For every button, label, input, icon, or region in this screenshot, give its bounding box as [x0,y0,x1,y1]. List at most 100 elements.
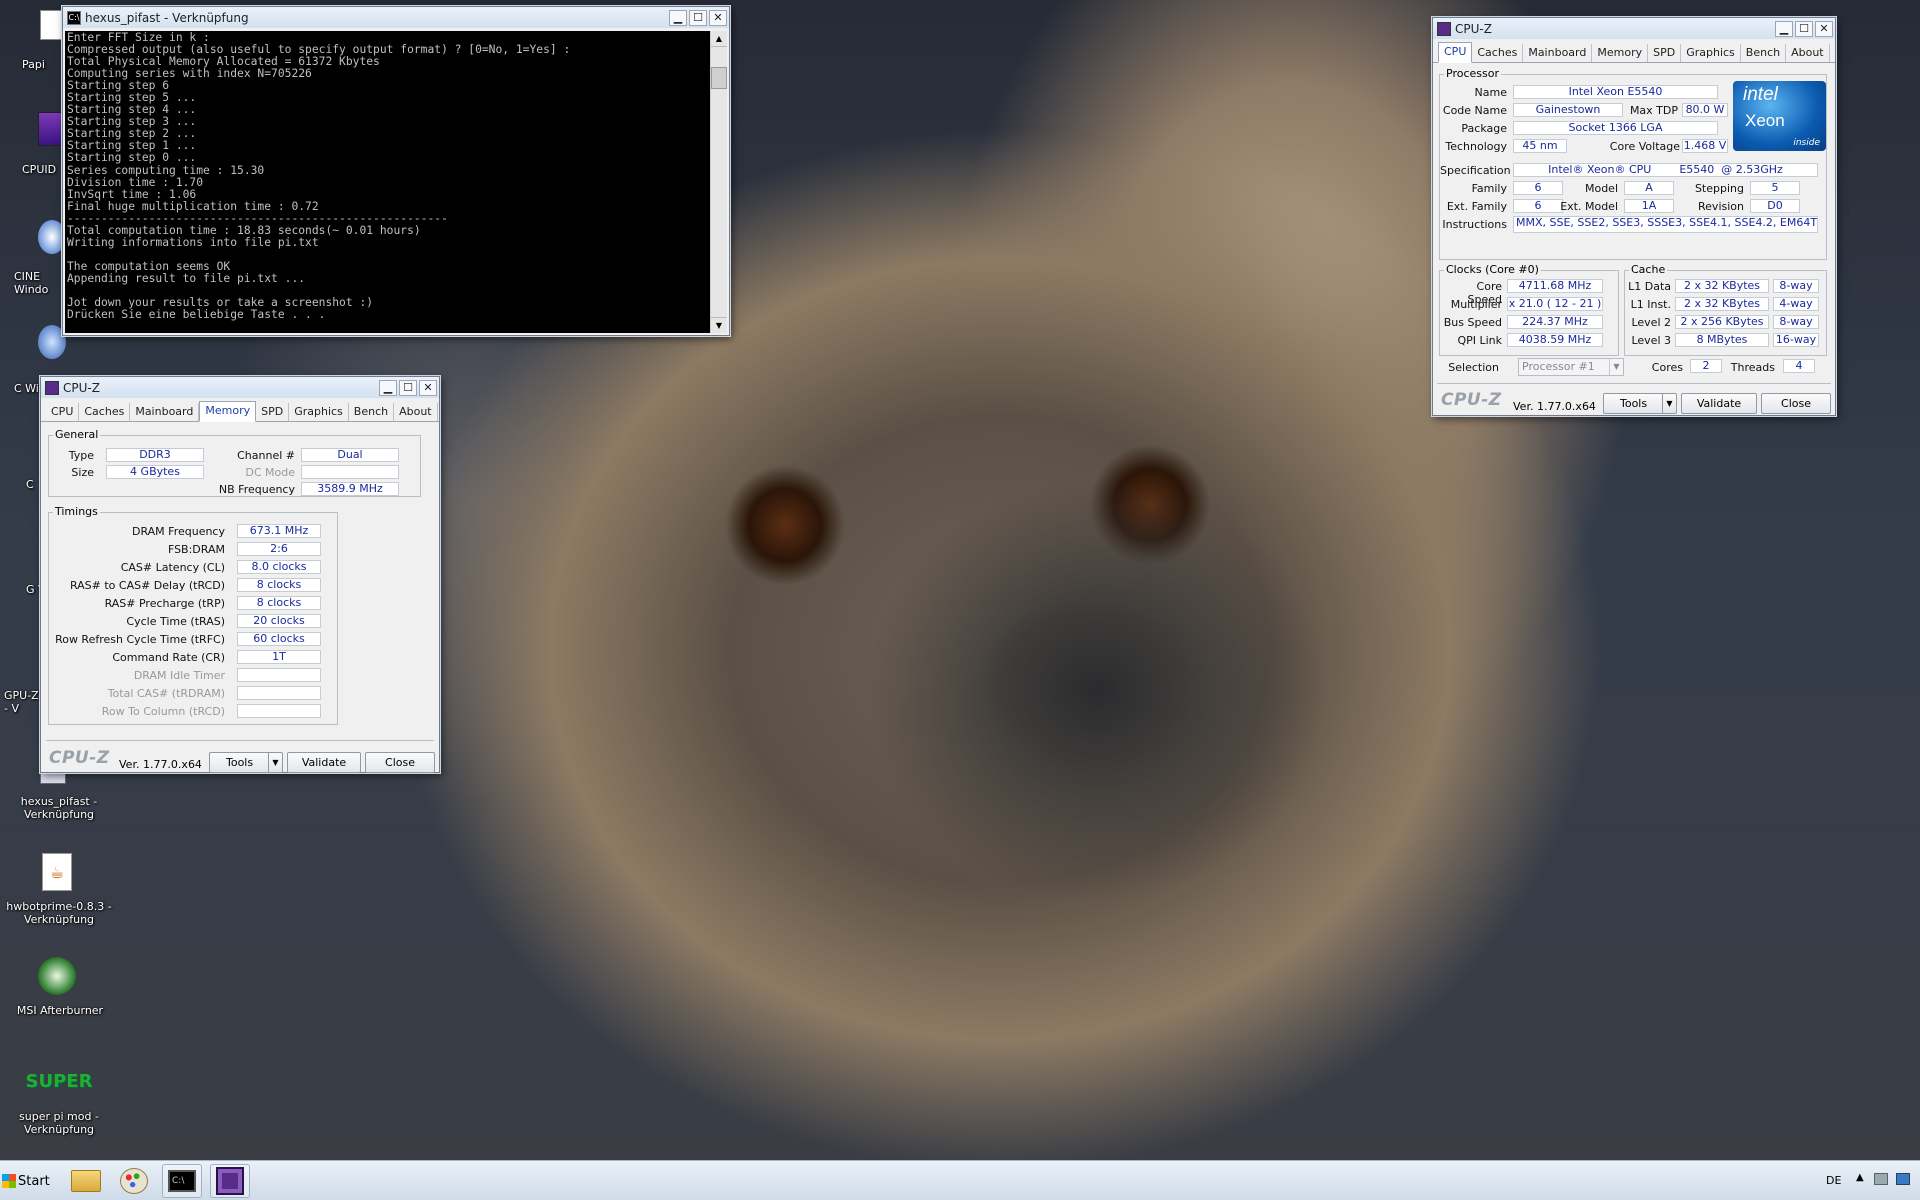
close-button[interactable]: ✕ [419,379,437,396]
console-titlebar[interactable]: C:\ hexus_pifast - Verknüpfung ▁ ☐ ✕ [63,7,729,28]
maximize-button[interactable]: ☐ [399,379,417,396]
console-icon: C:\ [67,10,81,25]
console-output[interactable]: Enter FFT Size in k : Compressed output (… [65,31,710,333]
show-hidden-icons-icon[interactable]: ▲ [1856,1172,1864,1183]
tab-spd[interactable]: SPD [256,403,290,421]
tab-spd[interactable]: SPD [1648,44,1682,62]
package-label: Package [1461,122,1507,135]
l1inst-value: 2 x 32 KBytes [1675,297,1769,311]
cpuz-memory-window[interactable]: CPU-Z ▁ ☐ ✕ CPU Caches Mainboard Memory … [40,376,440,773]
extfamily-label: Ext. Family [1446,200,1507,213]
scroll-up-icon[interactable]: ▲ [711,31,727,47]
dropdown-arrow-icon[interactable]: ▼ [1662,394,1676,413]
multiplier-label: Multiplier [1450,298,1502,311]
scrollbar-thumb[interactable] [711,67,727,89]
busspeed-label: Bus Speed [1443,316,1502,329]
timing-value: 8 clocks [237,596,321,610]
console-line: Division time : 1.70 [67,175,204,189]
timing-value: 8 clocks [237,578,321,592]
timing-value: 8.0 clocks [237,560,321,574]
scroll-down-icon[interactable]: ▼ [711,317,727,333]
close-button[interactable]: ✕ [709,9,727,26]
taskbar-cpuz[interactable] [210,1164,250,1198]
chevron-down-icon[interactable]: ▼ [1609,359,1623,375]
processor-select[interactable]: Processor #1 ▼ [1518,358,1624,376]
maximize-button[interactable]: ☐ [1795,20,1813,37]
timings-group: Timings DRAM Frequency 673.1 MHz FSB:DRAM 2… [48,505,338,725]
tab-bar: CPU Caches Mainboard Memory SPD Graphics… [41,398,439,422]
cpuz-cpu-window[interactable]: CPU-Z ▁ ☐ ✕ CPU Caches Mainboard Memory … [1432,17,1836,416]
cache-group: Cache L1 Data 2 x 32 KBytes 8-way L1 Ins… [1624,263,1827,356]
cpuz-memory-titlebar[interactable]: CPU-Z ▁ ☐ ✕ [41,377,439,398]
timing-value: 1T [237,650,321,664]
timing-value [237,704,321,718]
validate-button[interactable]: Validate [287,752,361,773]
taskbar-explorer[interactable] [66,1164,106,1198]
tab-caches[interactable]: Caches [79,403,131,421]
start-button[interactable]: Start [2,1168,52,1194]
console-window[interactable]: C:\ hexus_pifast - Verknüpfung ▁ ☐ ✕ Ent… [62,6,730,336]
timing-label: DRAM Frequency [131,525,225,538]
tab-bench[interactable]: Bench [1740,44,1787,62]
taskbar-paint[interactable] [114,1164,154,1198]
intel-xeon-logo: intel Xeon inside [1733,81,1826,151]
validate-button[interactable]: Validate [1681,393,1757,414]
extmodel-value: 1A [1624,199,1674,213]
language-indicator[interactable]: DE [1826,1174,1841,1187]
action-center-icon[interactable] [1896,1173,1910,1185]
instructions-label: Instructions [1442,218,1507,231]
family-value: 6 [1513,181,1563,195]
console-icon: C:\ [168,1170,196,1192]
tab-about[interactable]: About [394,403,438,421]
tools-button[interactable]: Tools ▼ [1603,393,1677,414]
tab-cpu[interactable]: CPU [1438,42,1473,63]
name-label: Name [1474,86,1507,99]
close-window-button[interactable]: Close [1761,393,1831,414]
tab-about[interactable]: About [1786,44,1830,62]
timing-label: Command Rate (CR) [112,651,225,664]
selection-label: Selection [1448,361,1499,374]
tab-cpu[interactable]: CPU [46,403,80,421]
console-line: ----------------------------------------… [67,211,448,225]
minimize-button[interactable]: ▁ [379,379,397,396]
model-value: A [1624,181,1674,195]
console-scrollbar[interactable]: ▲ ▼ [710,31,727,333]
l1data-label: L1 Data [1628,280,1671,293]
document-icon [40,10,64,40]
windows-logo-icon [2,1174,16,1188]
tools-button[interactable]: Tools ▼ [209,752,283,773]
tab-memory[interactable]: Memory [1592,44,1649,62]
close-button[interactable]: ✕ [1815,20,1833,37]
timing-label: FSB:DRAM [167,543,225,556]
threads-label: Threads [1730,361,1775,374]
cores-value: 2 [1690,359,1722,373]
codename-value: Gainestown [1513,103,1623,117]
clocks-group: Clocks (Core #0) Core Speed 4711.68 MHz … [1439,263,1619,356]
size-label: Size [71,466,94,479]
tab-graphics[interactable]: Graphics [1681,44,1741,62]
taskbar-console[interactable]: C:\ [162,1164,202,1198]
minimize-button[interactable]: ▁ [1775,20,1793,37]
close-window-button[interactable]: Close [365,752,435,773]
explorer-icon [71,1170,101,1192]
minimize-button[interactable]: ▁ [669,9,687,26]
tab-mainboard[interactable]: Mainboard [1523,44,1593,62]
console-line: Series computing time : 15.30 [67,163,265,177]
tab-mainboard[interactable]: Mainboard [130,403,200,421]
maximize-button[interactable]: ☐ [689,9,707,26]
network-icon[interactable] [1874,1173,1888,1185]
console-line: Writing informations into file pi.txt [67,235,319,249]
timing-label: CAS# Latency (CL) [120,561,225,574]
java-icon: ☕ [42,853,72,891]
tab-memory[interactable]: Memory [199,401,257,422]
tab-bench[interactable]: Bench [348,403,395,421]
console-line: InvSqrt time : 1.06 [67,187,197,201]
cpuz-cpu-titlebar[interactable]: CPU-Z ▁ ☐ ✕ [1433,18,1835,39]
level3-way: 16-way [1773,333,1819,347]
clocks-title: Clocks (Core #0) [1444,263,1541,276]
tab-caches[interactable]: Caches [1472,44,1524,62]
tab-graphics[interactable]: Graphics [289,403,349,421]
corevoltage-label: Core Voltage [1609,140,1680,153]
dropdown-arrow-icon[interactable]: ▼ [268,753,282,772]
timing-label: Total CAS# (tRDRAM) [107,687,225,700]
